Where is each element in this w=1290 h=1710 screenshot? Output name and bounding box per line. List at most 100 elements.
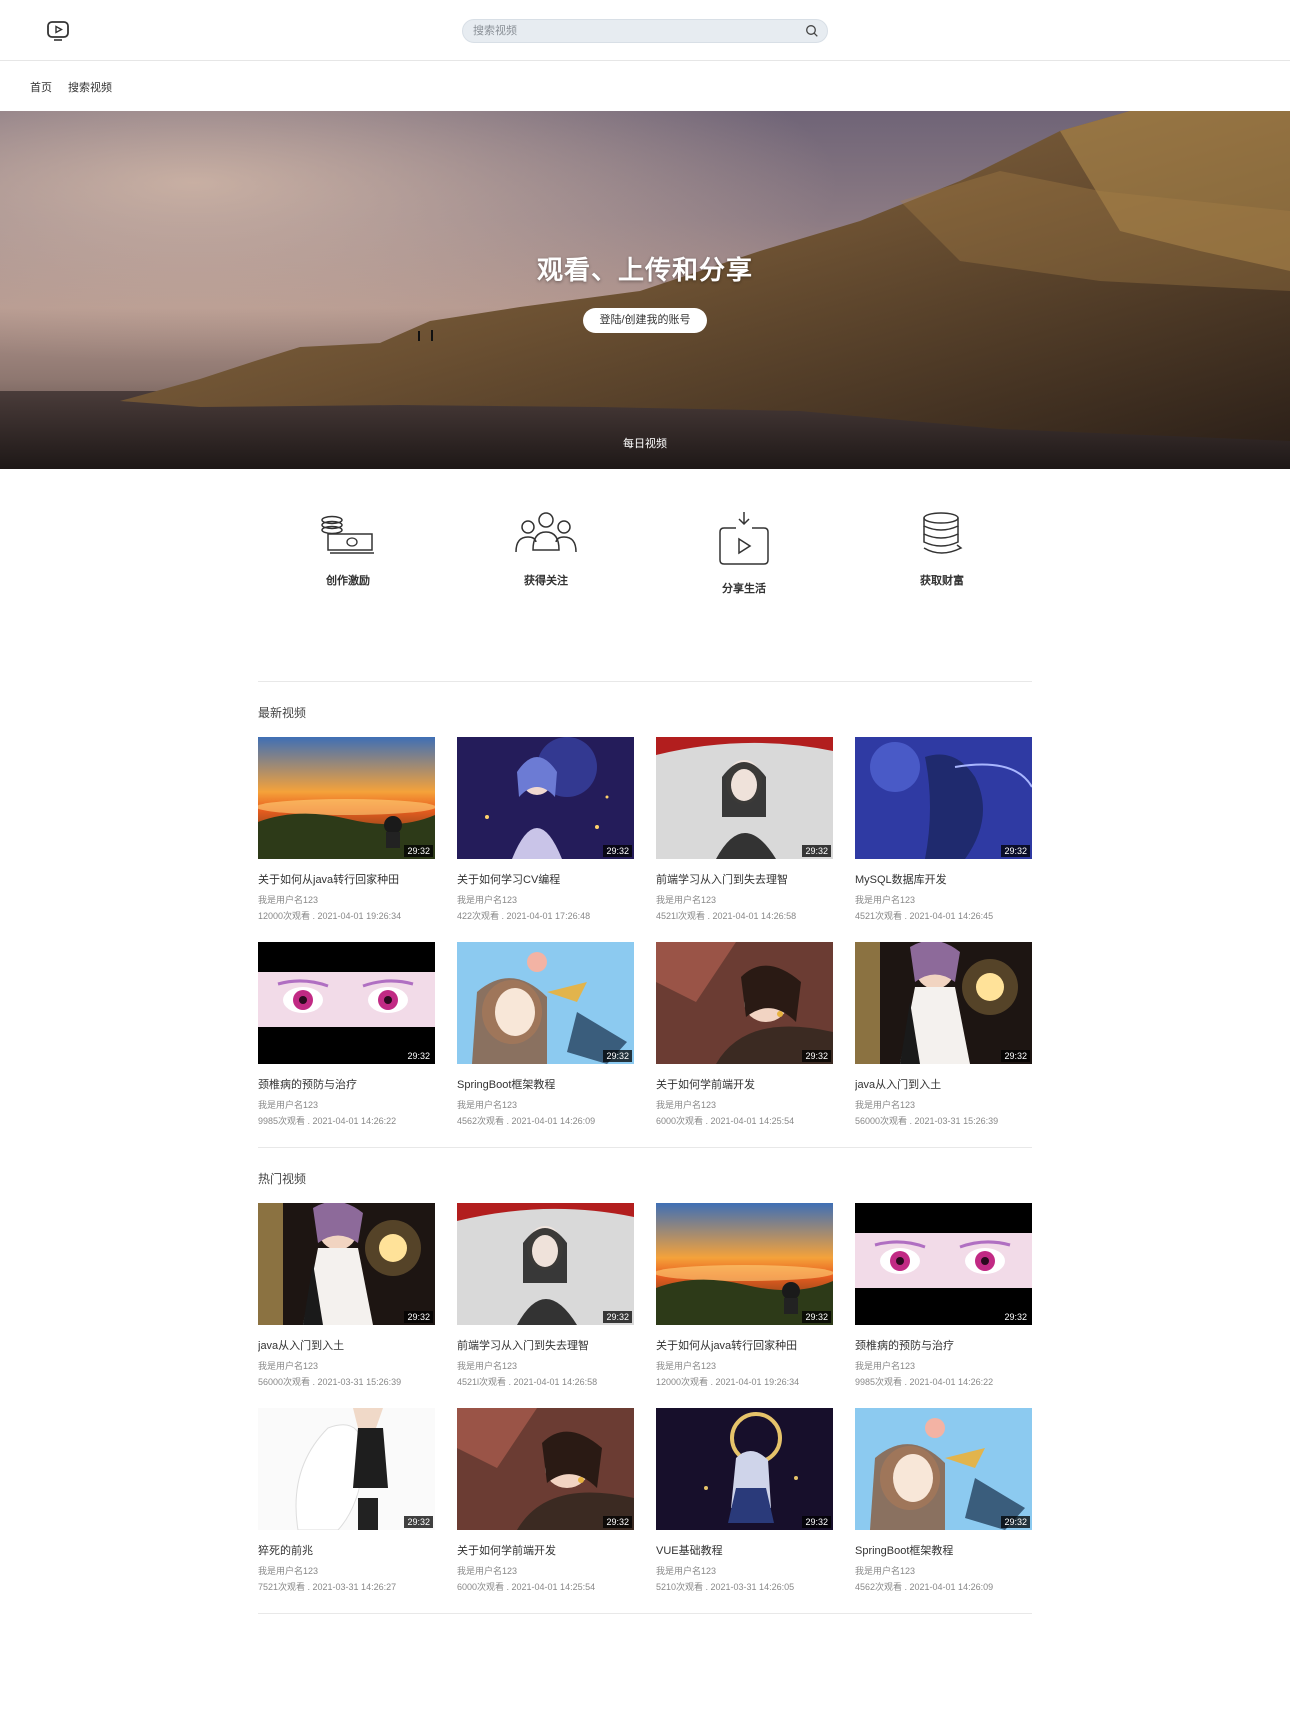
breadcrumb: 首页 搜索视频: [30, 79, 112, 95]
video-uploader[interactable]: 我是用户名123: [258, 893, 435, 906]
feature-label: 创作激励: [326, 575, 370, 587]
video-card[interactable]: 29:32 关于如何从java转行回家种田 我是用户名123 12000次观看 …: [258, 737, 435, 922]
video-uploader[interactable]: 我是用户名123: [258, 1098, 435, 1111]
duration-badge: 29:32: [603, 1516, 632, 1528]
video-thumbnail[interactable]: 29:32: [457, 737, 634, 859]
video-stats: 9985次观看 . 2021-04-01 14:26:22: [258, 1116, 397, 1126]
video-uploader[interactable]: 我是用户名123: [855, 893, 1032, 906]
video-card[interactable]: 29:32 MySQL数据库开发 我是用户名123 4521次观看 . 2021…: [855, 737, 1032, 922]
video-title[interactable]: 前端学习从入门到失去理智: [457, 1337, 634, 1353]
duration-badge: 29:32: [802, 1050, 831, 1062]
video-thumbnail[interactable]: 29:32: [258, 1203, 435, 1325]
video-uploader[interactable]: 我是用户名123: [855, 1098, 1032, 1111]
video-title[interactable]: 关于如何从java转行回家种田: [258, 871, 435, 887]
duration-badge: 29:32: [404, 845, 433, 857]
video-thumbnail[interactable]: 29:32: [457, 1203, 634, 1325]
video-title[interactable]: java从入门到入土: [258, 1337, 435, 1353]
duration-badge: 29:32: [404, 1311, 433, 1323]
video-stats: 6000次观看 . 2021-04-01 14:25:54: [656, 1116, 795, 1126]
video-stats: 12000次观看 . 2021-04-01 19:26:34: [656, 1377, 800, 1387]
thumbnail-image: [656, 1203, 833, 1325]
video-card[interactable]: 29:32 关于如何学习CV编程 我是用户名123 422次观看 . 2021-…: [457, 737, 634, 922]
video-thumbnail[interactable]: 29:32: [457, 1408, 634, 1530]
thumbnail-image: [258, 1408, 435, 1530]
video-title[interactable]: MySQL数据库开发: [855, 871, 1032, 887]
video-card[interactable]: 29:32 前端学习从入门到失去理智 我是用户名123 4521l次观看 . 2…: [457, 1203, 634, 1388]
video-uploader[interactable]: 我是用户名123: [656, 1098, 833, 1111]
nav-home-link[interactable]: 首页: [30, 79, 52, 95]
nav-search-link[interactable]: 搜索视频: [68, 79, 112, 95]
login-register-button[interactable]: 登陆/创建我的账号: [583, 308, 707, 333]
video-title[interactable]: 关于如何学前端开发: [656, 1076, 833, 1092]
video-thumbnail[interactable]: 29:32: [855, 942, 1032, 1064]
video-thumbnail[interactable]: 29:32: [457, 942, 634, 1064]
search-icon[interactable]: [805, 24, 819, 38]
video-card[interactable]: 29:32 关于如何学前端开发 我是用户名123 6000次观看 . 2021-…: [656, 942, 833, 1127]
video-title[interactable]: 前端学习从入门到失去理智: [656, 871, 833, 887]
thumbnail-image: [457, 1203, 634, 1325]
video-uploader[interactable]: 我是用户名123: [457, 1098, 634, 1111]
video-thumbnail[interactable]: 29:32: [855, 1408, 1032, 1530]
video-title[interactable]: 颈椎病的预防与治疗: [855, 1337, 1032, 1353]
video-uploader[interactable]: 我是用户名123: [457, 1564, 634, 1577]
video-title[interactable]: java从入门到入土: [855, 1076, 1032, 1092]
video-card[interactable]: 29:32 前端学习从入门到失去理智 我是用户名123 4521l次观看 . 2…: [656, 737, 833, 922]
video-uploader[interactable]: 我是用户名123: [656, 893, 833, 906]
video-card[interactable]: 29:32 关于如何从java转行回家种田 我是用户名123 12000次观看 …: [656, 1203, 833, 1388]
video-thumbnail[interactable]: 29:32: [258, 942, 435, 1064]
video-card[interactable]: 29:32 猝死的前兆 我是用户名123 7521次观看 . 2021-03-3…: [258, 1408, 435, 1593]
video-card[interactable]: 29:32 颈椎病的预防与治疗 我是用户名123 9985次观看 . 2021-…: [855, 1203, 1032, 1388]
feature-item: 分享生活: [684, 510, 804, 596]
video-card[interactable]: 29:32 SpringBoot框架教程 我是用户名123 4562次观看 . …: [457, 942, 634, 1127]
video-card[interactable]: 29:32 关于如何学前端开发 我是用户名123 6000次观看 . 2021-…: [457, 1408, 634, 1593]
video-title[interactable]: 颈椎病的预防与治疗: [258, 1076, 435, 1092]
video-title[interactable]: 关于如何从java转行回家种田: [656, 1337, 833, 1353]
video-card[interactable]: 29:32 java从入门到入土 我是用户名123 56000次观看 . 202…: [258, 1203, 435, 1388]
duration-badge: 29:32: [802, 845, 831, 857]
thumbnail-image: [457, 737, 634, 859]
thumbnail-image: [656, 737, 833, 859]
feature-label: 获取财富: [920, 575, 964, 587]
hero-subtitle: 每日视频: [623, 438, 667, 450]
video-thumbnail[interactable]: 29:32: [258, 737, 435, 859]
video-card[interactable]: 29:32 SpringBoot框架教程 我是用户名123 4562次观看 . …: [855, 1408, 1032, 1593]
duration-badge: 29:32: [603, 1050, 632, 1062]
video-uploader[interactable]: 我是用户名123: [656, 1564, 833, 1577]
video-uploader[interactable]: 我是用户名123: [855, 1359, 1032, 1372]
video-card[interactable]: 29:32 VUE基础教程 我是用户名123 5210次观看 . 2021-03…: [656, 1408, 833, 1593]
video-thumbnail[interactable]: 29:32: [656, 1408, 833, 1530]
video-title[interactable]: VUE基础教程: [656, 1542, 833, 1558]
video-stats: 4521l次观看 . 2021-04-01 14:26:58: [457, 1377, 598, 1387]
video-thumbnail[interactable]: 29:32: [656, 1203, 833, 1325]
video-title[interactable]: SpringBoot框架教程: [855, 1542, 1032, 1558]
video-stats: 56000次观看 . 2021-03-31 15:26:39: [855, 1116, 999, 1126]
video-uploader[interactable]: 我是用户名123: [855, 1564, 1032, 1577]
video-uploader[interactable]: 我是用户名123: [457, 893, 634, 906]
feature-label: 分享生活: [722, 583, 766, 595]
video-title[interactable]: 关于如何学前端开发: [457, 1542, 634, 1558]
video-title[interactable]: SpringBoot框架教程: [457, 1076, 634, 1092]
video-stats: 4562次观看 . 2021-04-01 14:26:09: [457, 1116, 596, 1126]
video-uploader[interactable]: 我是用户名123: [258, 1359, 435, 1372]
play-screen-icon[interactable]: [46, 20, 72, 42]
video-thumbnail[interactable]: 29:32: [656, 737, 833, 859]
video-stats: 422次观看 . 2021-04-01 17:26:48: [457, 911, 591, 921]
duration-badge: 29:32: [1001, 1311, 1030, 1323]
search-bar: [462, 19, 828, 43]
video-title[interactable]: 猝死的前兆: [258, 1542, 435, 1558]
video-thumbnail[interactable]: 29:32: [855, 737, 1032, 859]
video-thumbnail[interactable]: 29:32: [258, 1408, 435, 1530]
video-card[interactable]: 29:32 java从入门到入土 我是用户名123 56000次观看 . 202…: [855, 942, 1032, 1127]
duration-badge: 29:32: [603, 1311, 632, 1323]
hero-banner: 观看、上传和分享 登陆/创建我的账号 每日视频: [0, 111, 1290, 469]
video-stats: 7521次观看 . 2021-03-31 14:26:27: [258, 1582, 397, 1592]
thumbnail-image: [258, 737, 435, 859]
video-title[interactable]: 关于如何学习CV编程: [457, 871, 634, 887]
video-uploader[interactable]: 我是用户名123: [457, 1359, 634, 1372]
search-input[interactable]: [473, 20, 793, 42]
video-uploader[interactable]: 我是用户名123: [656, 1359, 833, 1372]
video-thumbnail[interactable]: 29:32: [656, 942, 833, 1064]
video-uploader[interactable]: 我是用户名123: [258, 1564, 435, 1577]
video-thumbnail[interactable]: 29:32: [855, 1203, 1032, 1325]
video-card[interactable]: 29:32 颈椎病的预防与治疗 我是用户名123 9985次观看 . 2021-…: [258, 942, 435, 1127]
